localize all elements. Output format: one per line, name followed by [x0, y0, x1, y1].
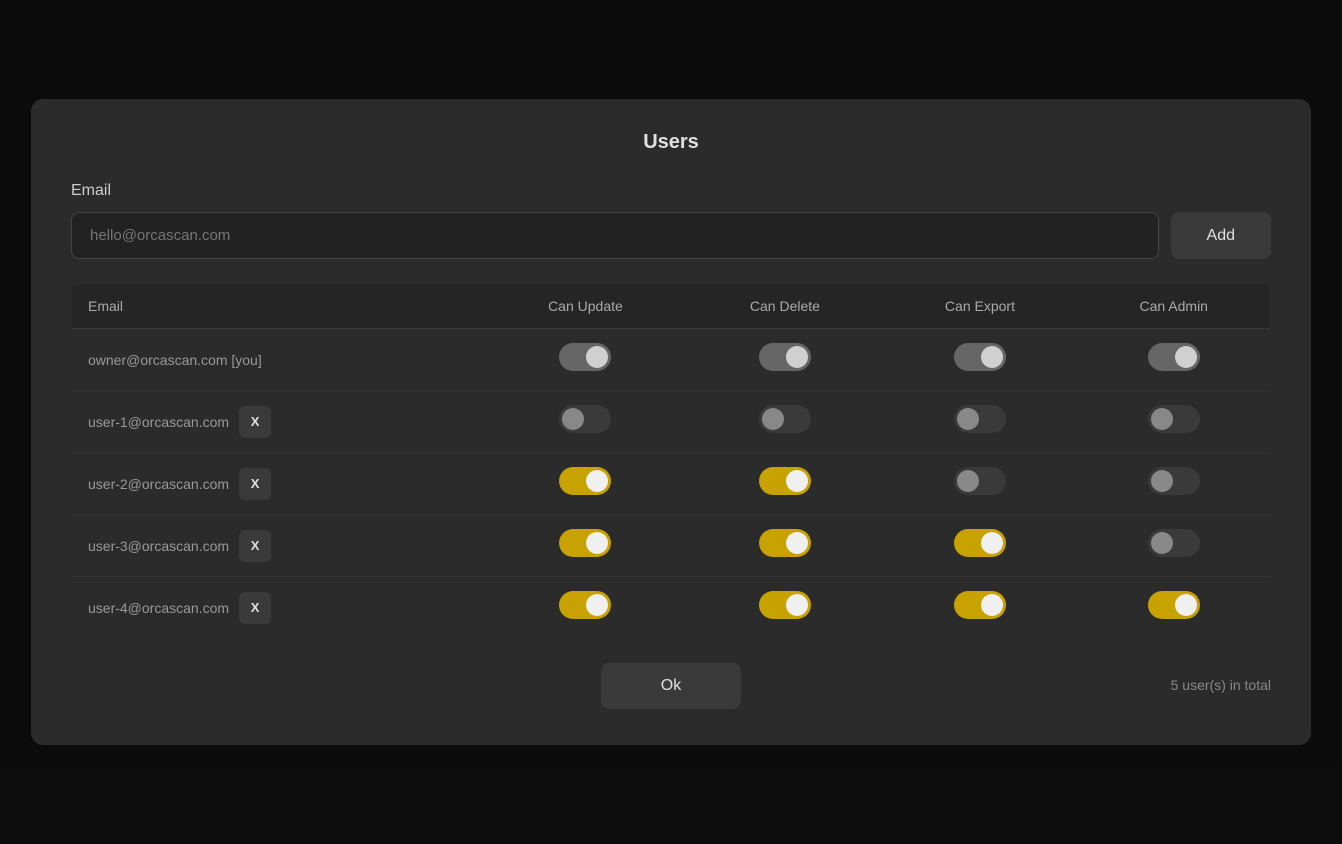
can-delete-toggle[interactable]: [759, 529, 811, 557]
toggle-knob: [762, 408, 784, 430]
toggle-knob: [1175, 346, 1197, 368]
toggle-cell-can-export: [882, 391, 1077, 453]
email-cell: user-4@orcascan.com X: [72, 577, 484, 639]
user-email: user-4@orcascan.com: [88, 600, 229, 616]
table-row: user-4@orcascan.com X: [72, 577, 1271, 639]
toggle-knob: [562, 408, 584, 430]
toggle-cell-can-admin: [1077, 391, 1270, 453]
table-header-row: Email Can Update Can Delete Can Export C…: [72, 284, 1271, 329]
can-admin-toggle: [1148, 343, 1200, 371]
can-delete-toggle[interactable]: [759, 467, 811, 495]
email-label: Email: [71, 182, 1271, 200]
can-admin-toggle[interactable]: [1148, 467, 1200, 495]
user-email: user-1@orcascan.com: [88, 414, 229, 430]
toggle-cell-can-delete: [687, 515, 882, 577]
toggle-cell-can-admin: [1077, 453, 1270, 515]
toggle-cell-can-admin: [1077, 515, 1270, 577]
email-cell: owner@orcascan.com [you]: [72, 329, 484, 391]
table-row: user-1@orcascan.com X: [72, 391, 1271, 453]
email-cell: user-1@orcascan.com X: [72, 391, 484, 453]
toggle-cell-can-update: [483, 453, 687, 515]
toggle-knob: [981, 532, 1003, 554]
can-export-toggle[interactable]: [954, 529, 1006, 557]
can-admin-toggle[interactable]: [1148, 529, 1200, 557]
email-cell: user-2@orcascan.com X: [72, 453, 484, 515]
toggle-knob: [786, 470, 808, 492]
toggle-cell-can-delete: [687, 577, 882, 639]
toggle-cell-can-update: [483, 577, 687, 639]
toggle-knob: [1151, 470, 1173, 492]
toggle-knob: [1151, 408, 1173, 430]
footer-row: Ok 5 user(s) in total: [71, 663, 1271, 709]
toggle-knob: [786, 346, 808, 368]
toggle-knob: [981, 594, 1003, 616]
toggle-cell-can-admin: [1077, 329, 1270, 391]
toggle-knob: [586, 346, 608, 368]
email-cell: user-3@orcascan.com X: [72, 515, 484, 577]
toggle-cell-can-admin: [1077, 577, 1270, 639]
user-email: user-3@orcascan.com: [88, 538, 229, 554]
delete-user-button[interactable]: X: [239, 592, 271, 624]
table-row: owner@orcascan.com [you]: [72, 329, 1271, 391]
col-header-email: Email: [72, 284, 484, 329]
table-row: user-3@orcascan.com X: [72, 515, 1271, 577]
can-export-toggle: [954, 343, 1006, 371]
delete-user-button[interactable]: X: [239, 468, 271, 500]
toggle-cell-can-export: [882, 329, 1077, 391]
toggle-knob: [981, 346, 1003, 368]
col-header-can-export: Can Export: [882, 284, 1077, 329]
table-row: user-2@orcascan.com X: [72, 453, 1271, 515]
can-update-toggle: [559, 343, 611, 371]
delete-user-button[interactable]: X: [239, 406, 271, 438]
toggle-knob: [957, 470, 979, 492]
ok-button[interactable]: Ok: [601, 663, 741, 709]
can-update-toggle[interactable]: [559, 467, 611, 495]
can-update-toggle[interactable]: [559, 591, 611, 619]
email-input[interactable]: [71, 212, 1159, 259]
email-input-row: Add: [71, 212, 1271, 259]
toggle-cell-can-update: [483, 329, 687, 391]
can-delete-toggle[interactable]: [759, 405, 811, 433]
can-export-toggle[interactable]: [954, 405, 1006, 433]
toggle-cell-can-update: [483, 515, 687, 577]
toggle-cell-can-delete: [687, 391, 882, 453]
toggle-knob: [586, 532, 608, 554]
can-update-toggle[interactable]: [559, 529, 611, 557]
modal-title: Users: [71, 131, 1271, 154]
toggle-cell-can-export: [882, 577, 1077, 639]
can-admin-toggle[interactable]: [1148, 405, 1200, 433]
col-header-can-update: Can Update: [483, 284, 687, 329]
toggle-cell-can-export: [882, 515, 1077, 577]
col-header-can-admin: Can Admin: [1077, 284, 1270, 329]
toggle-cell-can-update: [483, 391, 687, 453]
col-header-can-delete: Can Delete: [687, 284, 882, 329]
user-count: 5 user(s) in total: [1171, 677, 1271, 693]
toggle-knob: [586, 594, 608, 616]
can-export-toggle[interactable]: [954, 467, 1006, 495]
can-export-toggle[interactable]: [954, 591, 1006, 619]
can-delete-toggle[interactable]: [759, 591, 811, 619]
modal-backdrop: Users Email Add Email Can Update Can Del…: [0, 0, 1342, 844]
toggle-knob: [1175, 594, 1197, 616]
user-email: user-2@orcascan.com: [88, 476, 229, 492]
toggle-knob: [786, 532, 808, 554]
delete-user-button[interactable]: X: [239, 530, 271, 562]
toggle-cell-can-export: [882, 453, 1077, 515]
user-email: owner@orcascan.com [you]: [88, 352, 262, 368]
add-button[interactable]: Add: [1171, 212, 1271, 259]
toggle-knob: [786, 594, 808, 616]
toggle-knob: [957, 408, 979, 430]
can-delete-toggle: [759, 343, 811, 371]
toggle-knob: [586, 470, 608, 492]
can-update-toggle[interactable]: [559, 405, 611, 433]
toggle-cell-can-delete: [687, 453, 882, 515]
toggle-knob: [1151, 532, 1173, 554]
users-table: Email Can Update Can Delete Can Export C…: [71, 283, 1271, 639]
toggle-cell-can-delete: [687, 329, 882, 391]
users-modal: Users Email Add Email Can Update Can Del…: [31, 99, 1311, 745]
can-admin-toggle[interactable]: [1148, 591, 1200, 619]
